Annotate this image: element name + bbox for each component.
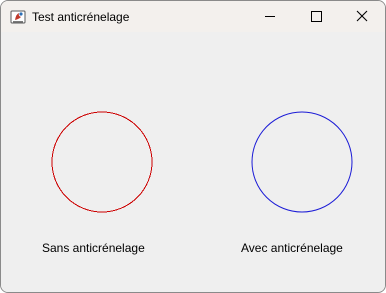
app-window: Test anticrénelage Sans anticrénelage Av… [0,0,386,293]
drawing-panel: Sans anticrénelage Avec anticrénelage [1,32,385,292]
caption-with-antialiasing: Avec anticrénelage [241,241,343,255]
minimize-button[interactable] [247,1,293,32]
caption-without-antialiasing: Sans anticrénelage [42,241,145,255]
close-button[interactable] [339,1,385,32]
circle-with-antialiasing [251,111,353,213]
java-app-icon[interactable] [10,9,26,25]
circle-without-antialiasing [51,111,153,213]
maximize-icon [311,11,322,22]
window-title: Test anticrénelage [32,10,130,24]
title-bar[interactable]: Test anticrénelage [1,1,385,32]
close-icon [356,10,368,22]
maximize-button[interactable] [293,1,339,32]
minimize-icon [265,16,275,17]
